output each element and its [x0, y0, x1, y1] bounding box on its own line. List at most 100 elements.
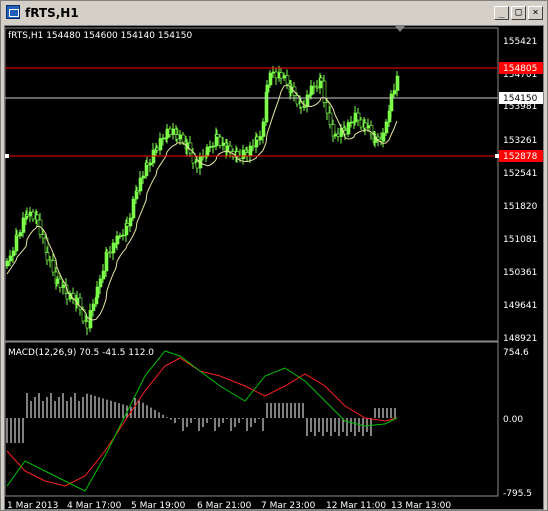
candle-body: [35, 214, 40, 221]
candle-body: [11, 250, 16, 257]
price-tick: 149641: [503, 301, 537, 311]
candle-body: [271, 71, 276, 74]
support-handle-left[interactable]: [5, 154, 9, 158]
support-price-label: 152878: [503, 152, 538, 162]
candle-body: [58, 278, 63, 288]
time-label: 5 Mar 19:00: [131, 501, 186, 509]
candle-body: [115, 235, 120, 245]
candle-body: [155, 147, 160, 151]
title-bar[interactable]: fRTS,H1 _ □ ×: [3, 3, 545, 22]
candle-body: [18, 232, 23, 237]
candle-body: [305, 94, 310, 107]
candle-body: [21, 217, 26, 233]
price-tick: 153261: [503, 136, 537, 146]
candle-body: [25, 214, 30, 217]
time-label: 6 Mar 21:00: [197, 501, 252, 509]
minimize-button[interactable]: _: [494, 6, 509, 20]
candle-body: [325, 102, 330, 114]
candle-body: [61, 284, 66, 288]
price-tick: 150361: [503, 268, 537, 278]
candle-body: [319, 77, 324, 82]
close-button[interactable]: ×: [528, 6, 543, 20]
price-tick: 151820: [503, 202, 538, 212]
price-tick: 148921: [503, 334, 537, 344]
candle-body: [65, 293, 70, 300]
support-handle-right[interactable]: [495, 154, 499, 158]
candle-body: [31, 211, 36, 220]
candle-body: [353, 112, 358, 122]
candle-body: [255, 136, 260, 141]
candle-body: [285, 75, 290, 85]
candle-body: [8, 255, 13, 262]
price-tick: 152541: [503, 169, 537, 179]
time-label: 4 Mar 17:00: [67, 501, 122, 509]
candle-body: [188, 142, 193, 154]
candle-body: [279, 72, 284, 79]
candle-body: [282, 75, 287, 79]
candle-body: [376, 136, 381, 140]
candle-body: [5, 260, 10, 267]
candle-body: [165, 128, 170, 138]
candle-body: [45, 252, 50, 261]
resistance-price-label: 154805: [503, 64, 537, 74]
candle-body: [171, 128, 176, 135]
current-price-label: 154150: [503, 94, 538, 104]
chart-window: fRTS,H1 _ □ × fRTS,H1 154480 154600 1541…: [0, 0, 548, 511]
candle-body: [121, 234, 126, 237]
scale-fix-marker[interactable]: [395, 26, 405, 32]
candle-body: [211, 145, 216, 148]
candle-body: [181, 134, 186, 143]
candle-body: [248, 145, 253, 157]
candle-body: [218, 136, 223, 146]
candle-body: [265, 84, 270, 93]
candle-body: [389, 93, 394, 112]
candle-body: [125, 223, 130, 227]
macd-header: MACD(12,26,9) 70.5 -41.5 112.0: [8, 348, 154, 358]
candle-body: [328, 112, 333, 125]
candle-body: [241, 149, 246, 159]
moving-average-line: [6, 84, 398, 321]
candle-body: [384, 121, 389, 134]
main-chart-frame: [5, 27, 499, 342]
candle-body: [41, 234, 46, 239]
chart-window-icon: [6, 5, 20, 19]
candle-body: [363, 122, 368, 129]
candle-body: [228, 145, 233, 152]
candle-body: [359, 119, 364, 128]
price-axis: 155421 154701 153981 153261 152541 15182…: [503, 37, 538, 344]
candle-body: [349, 121, 354, 124]
candle-body: [101, 270, 106, 280]
time-label: 13 Mar 13:00: [391, 501, 451, 509]
candle-body: [235, 151, 240, 157]
candle-body: [315, 86, 320, 89]
candle-body: [95, 286, 100, 298]
candle-body: [118, 235, 123, 237]
candle-body: [111, 242, 116, 254]
candle-body: [175, 134, 180, 140]
candle-body: [221, 142, 226, 146]
chart-canvas[interactable]: fRTS,H1 154480 154600 154140 154150 1554…: [4, 25, 544, 510]
candle-body: [336, 133, 341, 137]
candle-body: [138, 177, 143, 192]
time-label: 12 Mar 11:00: [326, 501, 386, 509]
candle-body: [161, 137, 166, 140]
candle-body: [312, 85, 317, 88]
candle-body: [395, 75, 400, 91]
time-label: 7 Mar 23:00: [261, 501, 316, 509]
candle-body: [15, 234, 20, 237]
price-chart-svg[interactable]: fRTS,H1 154480 154600 154140 154150 1554…: [5, 26, 543, 509]
candle-body: [48, 259, 53, 262]
candle-body: [392, 90, 397, 95]
candle-body: [356, 112, 361, 121]
candle-body: [128, 217, 133, 227]
chart-header: fRTS,H1 154480 154600 154140 154150: [8, 31, 192, 41]
candle-body: [268, 72, 273, 86]
maximize-button[interactable]: □: [511, 6, 526, 20]
macd-tick: 754.6: [503, 348, 529, 358]
candle-body: [225, 145, 230, 152]
candle-body: [91, 303, 96, 311]
candle-body: [178, 134, 183, 140]
candle-body: [245, 152, 250, 157]
candle-body: [131, 198, 136, 219]
candle-body: [251, 145, 256, 148]
